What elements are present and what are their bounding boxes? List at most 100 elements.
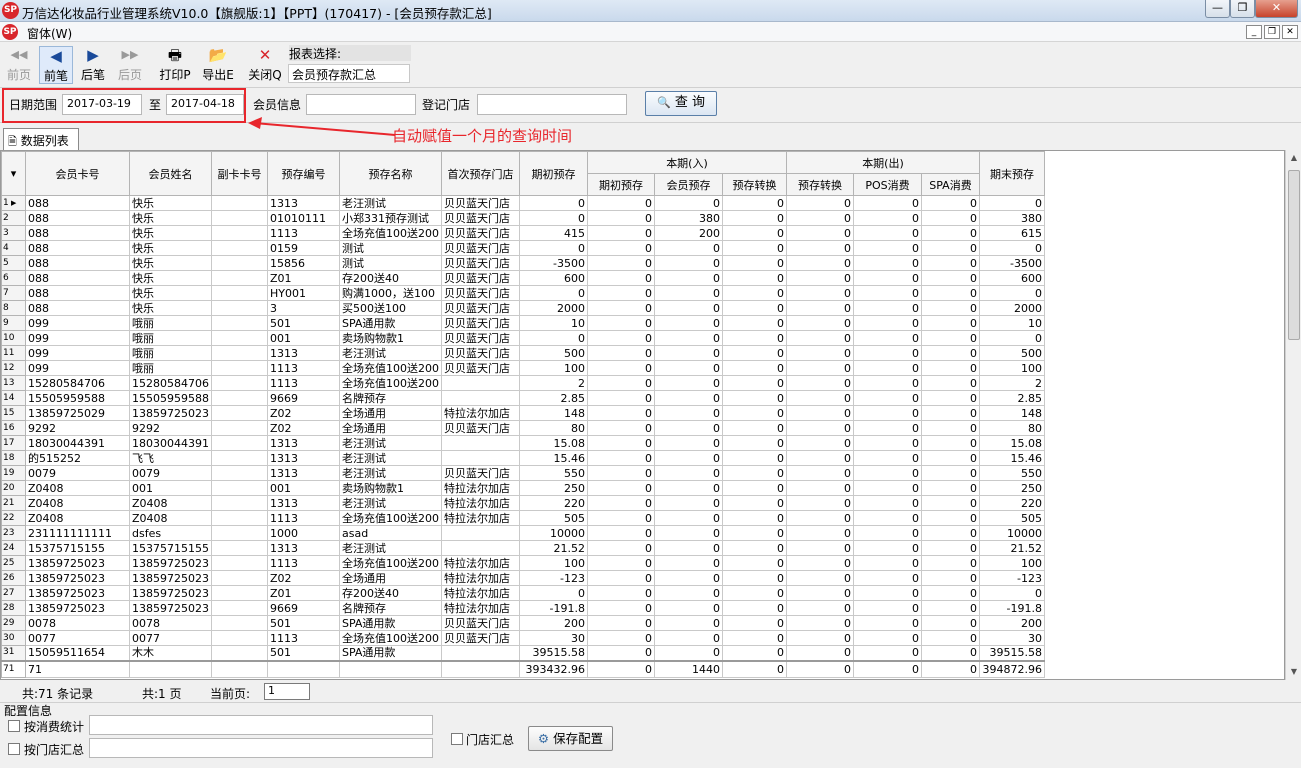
table-cell-number[interactable]: 0 xyxy=(721,360,787,376)
table-cell-number[interactable]: 0 xyxy=(586,480,655,496)
table-cell-number[interactable]: 0 xyxy=(721,525,787,541)
table-cell-number[interactable]: 0 xyxy=(653,510,723,526)
table-cell-number[interactable]: 0 xyxy=(721,450,787,466)
table-cell-number[interactable]: 21.52 xyxy=(518,540,588,556)
table-row[interactable]: 18 的515252 飞飞 1313 老汪测试 15.46 0 0 0 0 0 0 15.46 xyxy=(1,450,1045,466)
table-cell-number[interactable]: 0 xyxy=(852,630,922,646)
register-store-input[interactable] xyxy=(477,94,627,115)
table-cell-number[interactable]: 0 xyxy=(653,255,723,271)
table-cell-number[interactable]: 0 xyxy=(785,375,854,391)
table-cell[interactable]: 老汪测试 xyxy=(338,195,442,211)
table-cell[interactable]: 15505959588 xyxy=(129,390,212,406)
table-cell-number[interactable]: 0 xyxy=(920,570,980,586)
table-cell[interactable] xyxy=(210,300,268,316)
table-cell-number[interactable]: 39515.58 xyxy=(518,645,588,661)
table-cell[interactable] xyxy=(210,570,268,586)
table-cell-number[interactable]: 0 xyxy=(586,300,655,316)
table-cell-number[interactable]: -191.8 xyxy=(518,600,588,616)
table-cell[interactable]: 飞飞 xyxy=(129,450,212,466)
table-cell-number[interactable]: 2.85 xyxy=(518,390,588,406)
table-cell[interactable]: 名牌预存 xyxy=(338,390,442,406)
table-cell-number[interactable]: 0 xyxy=(721,255,787,271)
table-cell[interactable]: 3 xyxy=(266,300,340,316)
table-cell[interactable]: 15280584706 xyxy=(25,375,130,391)
table-cell[interactable]: 老汪测试 xyxy=(338,495,442,511)
table-cell[interactable]: 快乐 xyxy=(129,285,212,301)
table-cell-number[interactable]: 0 xyxy=(586,195,655,211)
table-cell[interactable]: 001 xyxy=(266,330,340,346)
table-cell[interactable]: 088 xyxy=(25,285,130,301)
table-cell-number[interactable]: 0 xyxy=(721,465,787,481)
table-cell-number[interactable]: 0 xyxy=(852,555,922,571)
table-cell-number[interactable]: 0 xyxy=(852,360,922,376)
table-cell[interactable] xyxy=(210,540,268,556)
table-cell-number[interactable]: 0 xyxy=(653,390,723,406)
table-cell-number[interactable]: 0 xyxy=(586,630,655,646)
table-cell-number[interactable]: 0 xyxy=(852,659,922,678)
table-cell-number[interactable]: 0 xyxy=(721,300,787,316)
table-cell-number[interactable]: 550 xyxy=(978,465,1045,481)
table-cell-number[interactable]: 0 xyxy=(586,585,655,601)
table-row[interactable]: 8 088 快乐 3 买500送100 贝贝蓝天门店 2000 0 0 0 0 0 0 2000 xyxy=(1,300,1045,316)
table-cell[interactable]: 卖场购物款1 xyxy=(338,480,442,496)
col-in-transfer[interactable]: 预存转换 xyxy=(721,173,787,196)
table-cell-number[interactable]: 0 xyxy=(653,330,723,346)
table-cell[interactable]: 老汪测试 xyxy=(338,540,442,556)
table-row[interactable]: 23 231111111111 dsfes 1000 asad 10000 0 0 0 0 0 0 10… xyxy=(1,525,1045,541)
by-store-input[interactable] xyxy=(89,738,433,758)
table-row[interactable]: 9 099 哦丽 501 SPA通用款 贝贝蓝天门店 10 0 0 0 0 0 0 10 xyxy=(1,315,1045,331)
table-cell[interactable]: 老汪测试 xyxy=(338,345,442,361)
col-name[interactable]: 会员姓名 xyxy=(129,151,212,196)
table-cell[interactable]: 0079 xyxy=(25,465,130,481)
table-cell-number[interactable]: 0 xyxy=(852,375,922,391)
table-cell[interactable]: 099 xyxy=(25,345,130,361)
table-cell[interactable]: 小郑331预存测试 xyxy=(338,210,442,226)
table-cell-number[interactable]: 0 xyxy=(785,630,854,646)
table-cell-number[interactable]: 0 xyxy=(852,600,922,616)
table-cell-number[interactable]: 0 xyxy=(920,330,980,346)
table-cell[interactable] xyxy=(210,420,268,436)
table-cell[interactable]: 特拉法尔加店 xyxy=(440,585,520,601)
table-cell[interactable] xyxy=(440,390,520,406)
table-cell[interactable]: 1313 xyxy=(266,450,340,466)
table-cell[interactable]: 13859725023 xyxy=(129,405,212,421)
table-cell[interactable]: 贝贝蓝天门店 xyxy=(440,345,520,361)
table-cell-number[interactable]: 0 xyxy=(653,645,723,661)
table-cell-number[interactable]: 0 xyxy=(920,480,980,496)
table-cell-number[interactable]: 10 xyxy=(518,315,588,331)
total-row[interactable]: 71 71 393432.96 0 1440 0 0 0 0 394872.96 xyxy=(1,659,1045,678)
table-cell[interactable]: 088 xyxy=(25,300,130,316)
table-cell-number[interactable]: 0 xyxy=(586,450,655,466)
table-cell-number[interactable]: 600 xyxy=(978,270,1045,286)
table-cell-number[interactable]: 2.85 xyxy=(978,390,1045,406)
table-cell[interactable] xyxy=(338,659,442,678)
table-cell-number[interactable]: 0 xyxy=(721,420,787,436)
table-cell[interactable]: 15505959588 xyxy=(25,390,130,406)
table-cell[interactable]: 贝贝蓝天门店 xyxy=(440,360,520,376)
table-cell[interactable]: 18030044391 xyxy=(129,435,212,451)
table-row[interactable]: 1 ▶ 088 快乐 1313 老汪测试 贝贝蓝天门店 0 0 0 0 0 0 0 0 xyxy=(1,195,1045,211)
table-cell-number[interactable]: 0 xyxy=(586,225,655,241)
table-cell[interactable]: 特拉法尔加店 xyxy=(440,555,520,571)
prev-page-button[interactable]: ◀◀ 前页 xyxy=(3,46,35,84)
table-cell-number[interactable]: 2000 xyxy=(518,300,588,316)
table-cell[interactable] xyxy=(440,450,520,466)
by-consumption-input[interactable] xyxy=(89,715,433,735)
table-cell-number[interactable]: 200 xyxy=(518,615,588,631)
table-cell[interactable] xyxy=(210,630,268,646)
table-cell[interactable]: 088 xyxy=(25,195,130,211)
table-cell[interactable]: 贝贝蓝天门店 xyxy=(440,420,520,436)
table-cell[interactable]: 哦丽 xyxy=(129,315,212,331)
table-cell-number[interactable]: 0 xyxy=(785,615,854,631)
table-cell-number[interactable]: 0 xyxy=(920,615,980,631)
table-cell-number[interactable]: 505 xyxy=(518,510,588,526)
table-cell-number[interactable]: 0 xyxy=(721,555,787,571)
mdi-minimize-icon[interactable]: _ xyxy=(1246,25,1262,39)
table-cell[interactable]: 快乐 xyxy=(129,210,212,226)
table-cell[interactable]: SPA通用款 xyxy=(338,645,442,661)
table-row[interactable]: 12 099 哦丽 1113 全场充值100送200 贝贝蓝天门店 100 0 0 0 0 0 0 100 xyxy=(1,360,1045,376)
table-cell-number[interactable]: 0 xyxy=(785,600,854,616)
table-cell[interactable]: 15059511654 xyxy=(25,645,130,661)
table-cell[interactable]: 1313 xyxy=(266,345,340,361)
table-cell-number[interactable]: 0 xyxy=(785,330,854,346)
